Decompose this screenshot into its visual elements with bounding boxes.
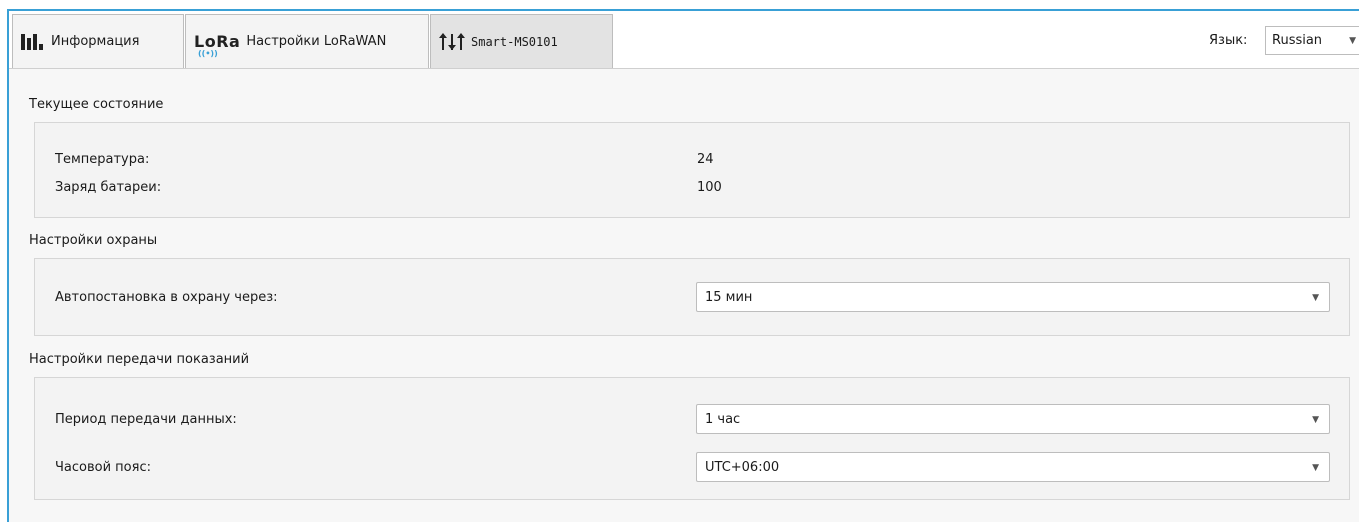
period-select[interactable]: 1 час ▼: [696, 404, 1330, 434]
auto-arm-select[interactable]: 15 мин ▼: [696, 282, 1330, 312]
current-state-title: Текущее состояние: [29, 97, 164, 112]
auto-arm-label: Автопостановка в охрану через:: [55, 290, 278, 305]
bar-chart-icon: [21, 33, 45, 50]
battery-value: 100: [697, 180, 722, 195]
timezone-label: Часовой пояс:: [55, 460, 151, 475]
tab-smart-ms0101[interactable]: Smart-MS0101: [430, 14, 613, 68]
security-settings-title: Настройки охраны: [29, 233, 158, 248]
chevron-down-icon: ▼: [1312, 293, 1319, 303]
language-value: Russian: [1272, 33, 1323, 48]
tab-information[interactable]: Информация: [12, 14, 184, 68]
tab-lorawan-label: Настройки LoRaWAN: [246, 34, 387, 49]
sliders-icon: [439, 32, 465, 52]
transmission-settings-title: Настройки передачи показаний: [29, 352, 250, 367]
tab-bar: Информация LoRa ((•)) Настройки LoRaWAN: [9, 11, 1359, 69]
auto-arm-value: 15 мин: [705, 289, 753, 305]
period-value: 1 час: [705, 411, 741, 427]
transmission-settings-group: Период передачи данных: 1 час ▼ Часовой …: [34, 377, 1350, 500]
chevron-down-icon: ▼: [1312, 415, 1319, 425]
chevron-down-icon: ▼: [1312, 463, 1319, 473]
tab-information-label: Информация: [51, 34, 140, 49]
app-window: Информация LoRa ((•)) Настройки LoRaWAN: [7, 9, 1359, 522]
current-state-group: Температура: 24 Заряд батареи: 100: [34, 122, 1350, 218]
timezone-value: UTC+06:00: [705, 459, 780, 475]
period-label: Период передачи данных:: [55, 412, 237, 427]
lora-logo-icon: LoRa ((•)): [194, 32, 241, 58]
temperature-value: 24: [697, 152, 714, 167]
chevron-down-icon: ▼: [1349, 36, 1356, 46]
language-select[interactable]: Russian ▼: [1265, 26, 1359, 55]
timezone-select[interactable]: UTC+06:00 ▼: [696, 452, 1330, 482]
battery-label: Заряд батареи:: [55, 180, 162, 195]
main-content: Текущее состояние Температура: 24 Заряд …: [9, 69, 1359, 522]
temperature-label: Температура:: [55, 152, 150, 167]
security-settings-group: Автопостановка в охрану через: 15 мин ▼: [34, 258, 1350, 336]
language-label: Язык:: [1209, 33, 1248, 48]
tab-lorawan-settings[interactable]: LoRa ((•)) Настройки LoRaWAN: [185, 14, 429, 68]
tab-smart-label: Smart-MS0101: [471, 34, 558, 49]
